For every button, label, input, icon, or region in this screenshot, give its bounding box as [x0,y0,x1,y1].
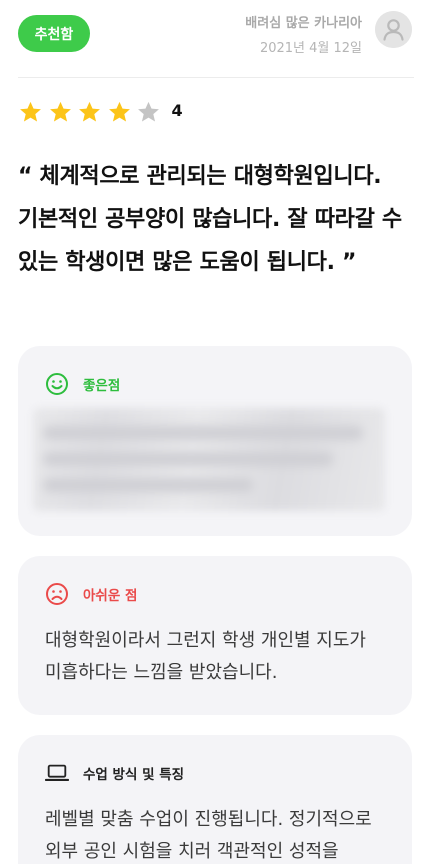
star-rating: 4 [18,98,183,126]
rating-value: 4 [171,100,183,120]
author-name: 배려심 많은 카나리아 [245,16,362,31]
star-filled-icon [108,101,130,121]
cons-header: 아쉬운 점 [45,582,137,606]
author-info: 배려심 많은 카나리아 2021년 4월 12일 [245,12,362,56]
recommend-badge: 추천함 [18,15,90,52]
review-date: 2021년 4월 12일 [259,41,362,56]
method-card: 수업 방식 및 특징 레벨별 맞춤 수업이 진행됩니다. 정기적으로 외부 공인… [18,735,412,864]
method-header: 수업 방식 및 특징 [45,761,184,785]
method-text: 레벨별 맞춤 수업이 진행됩니다. 정기적으로 외부 공인 시험을 치러 객관적… [45,809,372,862]
cons-title: 아쉬운 점 [83,588,138,604]
sad-icon [45,582,69,606]
star-filled-icon [49,101,71,121]
star-filled-icon [79,101,100,121]
stars [18,100,166,125]
pros-card: 좋은점 [18,346,412,536]
laptop-icon [45,761,69,785]
review-quote: “ 체계적으로 관리되는 대형학원입니다. 기본적인 공부양이 많습니다. 잘 … [18,164,402,275]
cons-card: 아쉬운 점 대형학원이라서 그런지 학생 개인별 지도가 미흡하다는 느낌을 받… [18,556,412,715]
smile-icon [45,372,69,396]
avatar[interactable] [375,11,412,48]
pros-blurred-content [33,408,385,511]
review-header: 추천함 배려심 많은 카나리아 2021년 4월 12일 [0,0,432,78]
star-filled-icon [20,101,41,121]
pros-title: 좋은점 [83,378,121,394]
user-avatar-icon [375,11,412,48]
method-title: 수업 방식 및 특징 [83,767,185,783]
cons-text: 대형학원이라서 그런지 학생 개인별 지도가 미흡하다는 느낌을 받았습니다. [45,630,366,683]
pros-header: 좋은점 [45,372,120,396]
header-divider [18,77,414,78]
star-empty-icon [138,101,159,121]
